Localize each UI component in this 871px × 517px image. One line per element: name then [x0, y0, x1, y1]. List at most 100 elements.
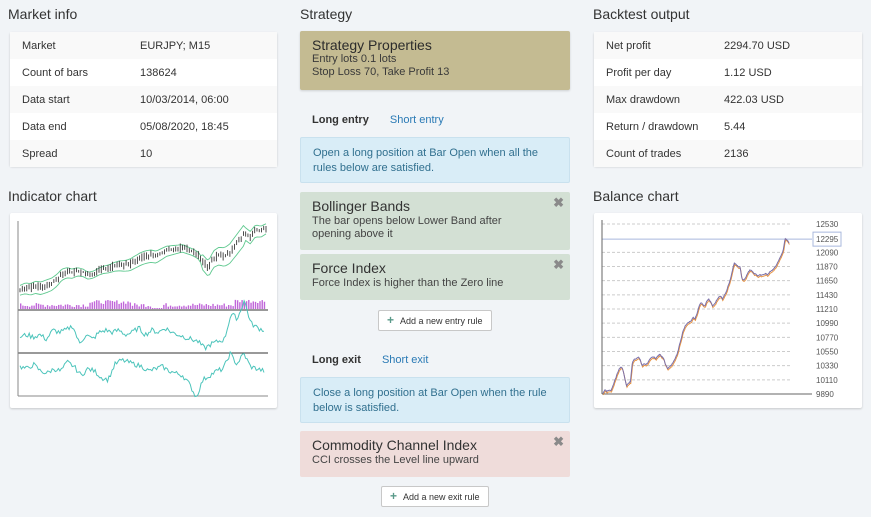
- exit-rule-description: CCI crosses the Level line upward: [312, 454, 479, 466]
- volume-bar: [178, 305, 181, 309]
- volume-bar: [169, 305, 172, 309]
- volume-bar: [205, 304, 208, 309]
- volume-bar: [252, 301, 254, 309]
- table-row: Net profit 2294.70 USD: [594, 32, 862, 59]
- tab-short-entry[interactable]: Short entry: [390, 114, 444, 126]
- volume-bar: [111, 300, 114, 309]
- row-label: Spread: [10, 140, 128, 167]
- volume-bar: [44, 306, 46, 309]
- volume-bar: [107, 300, 109, 309]
- table-row: Count of trades 2136: [594, 140, 862, 167]
- tab-short-exit[interactable]: Short exit: [382, 354, 428, 366]
- volume-bar: [216, 304, 219, 309]
- volume-bar: [263, 301, 266, 309]
- volume-bar: [75, 305, 78, 309]
- plus-icon: +: [387, 313, 395, 327]
- volume-bar: [167, 306, 169, 309]
- row-label: Net profit: [594, 32, 712, 59]
- exit-rule-card[interactable]: Commodity Channel Index CCI crosses the …: [300, 431, 570, 477]
- add-entry-rule-button[interactable]: + Add a new entry rule: [378, 310, 492, 331]
- table-row: Count of bars 138624: [10, 59, 277, 86]
- volume-bar: [203, 305, 205, 309]
- add-exit-rule-button[interactable]: + Add a new exit rule: [381, 486, 489, 507]
- volume-bar: [194, 305, 196, 309]
- volume-bar: [113, 301, 116, 309]
- volume-bar: [71, 306, 73, 309]
- table-row: Spread 10: [10, 140, 277, 167]
- volume-bar: [82, 304, 85, 309]
- exit-tabs: Long exit Short exit: [312, 354, 428, 366]
- table-row: Profit per day 1.12 USD: [594, 59, 862, 86]
- table-row: Data start 10/03/2014, 06:00: [10, 86, 277, 113]
- row-label: Count of trades: [594, 140, 712, 167]
- tab-long-entry[interactable]: Long entry: [312, 114, 369, 126]
- volume-bar: [143, 304, 145, 309]
- volume-bar: [147, 306, 149, 309]
- row-value: 422.03 USD: [712, 86, 862, 113]
- entry-rule-title: Force Index: [312, 260, 386, 276]
- volume-bar: [165, 303, 167, 309]
- volume-bar: [22, 305, 24, 309]
- row-value: 1.12 USD: [724, 66, 772, 79]
- volume-bar: [42, 304, 44, 309]
- volume-bar: [89, 302, 91, 309]
- volume-bar: [223, 303, 225, 309]
- y-tick-label: 10330: [816, 362, 839, 371]
- volume-bar: [31, 305, 33, 309]
- volume-bar: [198, 303, 201, 309]
- volume-bar: [84, 306, 87, 309]
- volume-bar: [154, 308, 156, 309]
- table-row: Market EURJPY; M15: [10, 32, 277, 59]
- row-value: 05/08/2020, 18:45: [140, 120, 229, 133]
- remove-rule-icon[interactable]: ✖: [553, 435, 564, 448]
- y-tick-label: 11430: [816, 291, 838, 300]
- volume-bar: [230, 305, 232, 309]
- volume-bar: [134, 303, 136, 309]
- volume-bar: [35, 303, 38, 309]
- volume-bar: [261, 300, 263, 309]
- volume-bar: [26, 306, 29, 309]
- indicator-chart-title: Indicator chart: [8, 188, 97, 204]
- volume-bar: [239, 302, 241, 309]
- volume-bar: [234, 299, 237, 309]
- volume-bar: [145, 306, 147, 309]
- entry-rule-card[interactable]: Bollinger Bands The bar opens below Lowe…: [300, 192, 570, 250]
- y-tick-label: 9890: [816, 390, 834, 399]
- row-value: 138624: [140, 66, 177, 79]
- plus-icon: +: [390, 489, 398, 503]
- volume-bar: [37, 303, 40, 309]
- remove-rule-icon[interactable]: ✖: [553, 196, 564, 209]
- balance-line: [602, 237, 790, 394]
- volume-bar: [248, 299, 250, 309]
- volume-bar: [129, 302, 131, 309]
- table-row: Data end 05/08/2020, 18:45: [10, 113, 277, 140]
- upper-band-line: [19, 223, 267, 286]
- entry-rule-description: The bar opens below Lower Band after ope…: [312, 215, 502, 240]
- y-tick-label: 11210: [816, 305, 838, 314]
- remove-rule-icon[interactable]: ✖: [553, 258, 564, 271]
- volume-bar: [201, 304, 203, 309]
- volume-bar: [80, 306, 82, 309]
- strategy-properties-line: Stop Loss 70, Take Profit 13: [312, 66, 450, 78]
- row-label: Max drawdown: [594, 86, 712, 113]
- volume-bar: [20, 303, 22, 309]
- volume-bar: [53, 305, 55, 309]
- volume-bar: [257, 302, 259, 309]
- row-value: 2136: [712, 140, 862, 167]
- row-label: Data start: [10, 86, 128, 113]
- tab-long-exit[interactable]: Long exit: [312, 354, 361, 366]
- strategy-properties-card[interactable]: Strategy Properties Entry lots 0.1 lots …: [300, 31, 570, 90]
- volume-bar: [210, 305, 212, 309]
- volume-bar: [55, 306, 58, 309]
- entry-rule-card[interactable]: Force Index Force Index is higher than t…: [300, 254, 570, 300]
- volume-bar: [259, 301, 261, 309]
- table-row: Return / drawdown 5.44: [594, 113, 862, 140]
- volume-bar: [122, 301, 125, 309]
- market-info-title: Market info: [8, 6, 78, 22]
- row-value: 2294.70 USD: [712, 32, 862, 59]
- volume-bar: [118, 303, 120, 309]
- market-info-panel: Market EURJPY; M15 Count of bars 138624 Data…: [10, 32, 277, 167]
- volume-bar: [189, 305, 192, 309]
- strategy-properties-title: Strategy Properties: [312, 37, 432, 53]
- volume-bar: [104, 300, 107, 309]
